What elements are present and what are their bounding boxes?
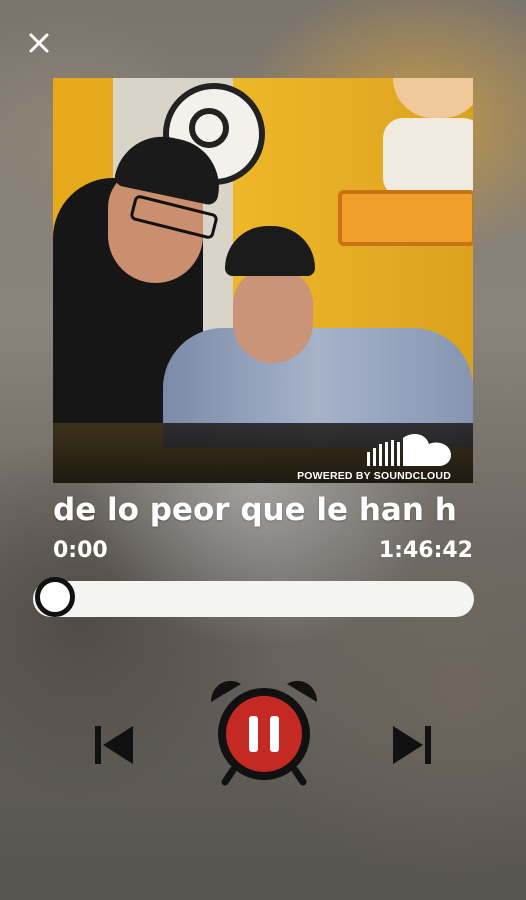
current-time: 0:00 [53,538,108,563]
artwork-sign [338,190,473,246]
pause-alarm-clock-icon [211,680,317,786]
total-duration: 1:46:42 [378,538,473,563]
track-title-container: de lo peor que le han h [53,490,473,530]
play-pause-button[interactable] [205,672,323,790]
track-title: de lo peor que le han h [53,492,457,528]
close-icon [29,33,49,53]
track-artwork: POWERED BY SOUNDCLOUD [53,78,473,483]
skip-previous-icon [95,726,133,764]
soundcloud-logo-icon [367,434,451,466]
progress-bar[interactable] [33,577,474,617]
artwork-face-right [233,268,313,363]
previous-track-button[interactable] [88,720,138,770]
next-track-button[interactable] [388,720,438,770]
artwork-cartoon-body [383,118,473,198]
artwork-cap-right [225,226,315,276]
artwork-wall-logo-spiral [189,108,229,148]
skip-next-icon [393,726,431,764]
powered-by-soundcloud: POWERED BY SOUNDCLOUD [297,470,451,482]
progress-thumb[interactable] [35,577,75,617]
artwork-cartoon [393,78,473,118]
close-button[interactable] [24,28,54,58]
